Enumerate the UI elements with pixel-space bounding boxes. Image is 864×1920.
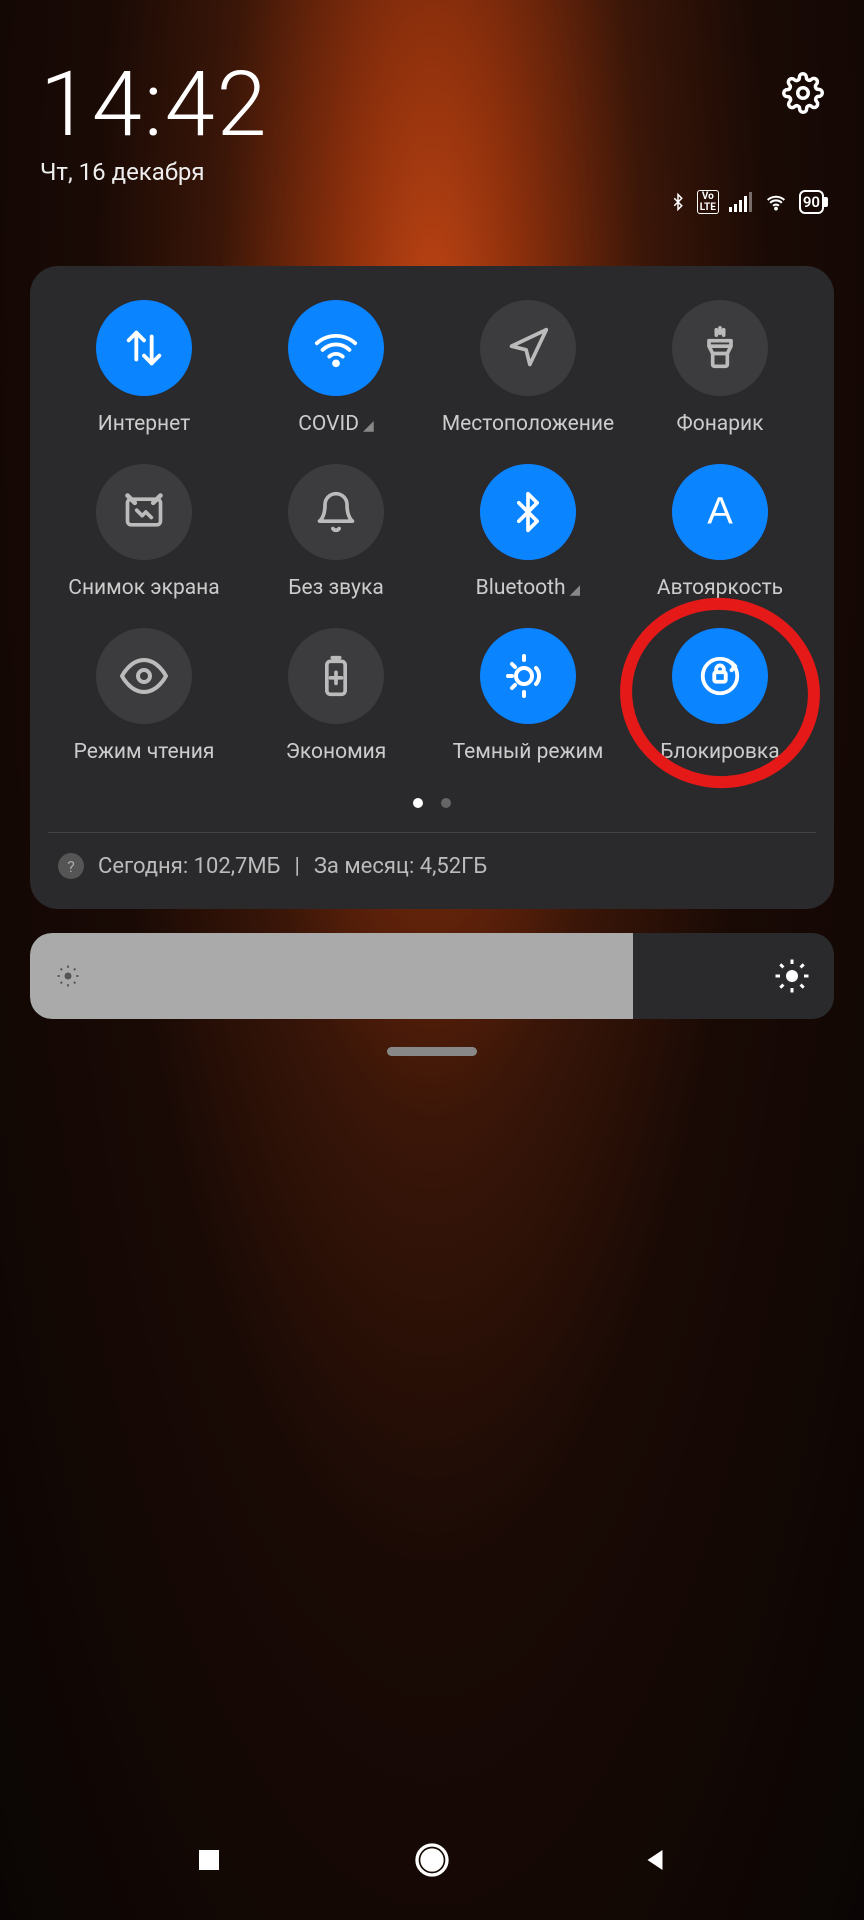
navigation-bar xyxy=(0,1800,864,1920)
qs-tile-label: Блокировка xyxy=(660,740,779,764)
flashlight-icon xyxy=(672,300,768,396)
volte-badge: Vo LTE xyxy=(697,190,719,214)
recents-button[interactable] xyxy=(194,1845,224,1875)
qs-tile-label: Режим чтения xyxy=(74,740,215,764)
letter-a-icon: A xyxy=(672,464,768,560)
dark-mode-icon xyxy=(480,628,576,724)
brightness-high-icon xyxy=(774,958,810,994)
page-indicator[interactable] xyxy=(48,798,816,808)
qs-tile-location[interactable]: Местоположение xyxy=(432,300,624,436)
qs-tile-letter-a[interactable]: A Автояркость xyxy=(624,464,816,600)
clock-time: 14:42 xyxy=(40,60,269,150)
qs-tile-label: Фонарик xyxy=(677,412,764,436)
svg-text:A: A xyxy=(707,490,733,533)
qs-tile-eye[interactable]: Режим чтения xyxy=(48,628,240,764)
brightness-slider[interactable] xyxy=(30,933,834,1019)
qs-tile-wifi[interactable]: COVID◢ xyxy=(240,300,432,436)
brightness-low-icon xyxy=(54,962,82,990)
data-usage-month: За месяц: 4,52ГБ xyxy=(314,854,487,879)
square-icon xyxy=(194,1845,224,1875)
qs-tile-flashlight[interactable]: Фонарик xyxy=(624,300,816,436)
status-bar: Vo LTE 90 xyxy=(669,190,824,214)
qs-tile-data-arrows[interactable]: Интернет xyxy=(48,300,240,436)
qs-tile-label: Снимок экрана xyxy=(68,576,219,600)
qs-tile-label: Автояркость xyxy=(657,576,783,600)
data-usage-row[interactable]: ? Сегодня: 102,7МБ | За месяц: 4,52ГБ xyxy=(48,833,816,887)
qs-tile-bell[interactable]: Без звука xyxy=(240,464,432,600)
expand-triangle-icon: ◢ xyxy=(363,418,374,434)
question-icon: ? xyxy=(58,853,84,879)
signal-icon xyxy=(729,192,753,212)
screenshot-icon xyxy=(96,464,192,560)
bell-icon xyxy=(288,464,384,560)
page-dot xyxy=(441,798,451,808)
qs-tile-label: Интернет xyxy=(98,412,191,436)
circle-icon xyxy=(412,1840,452,1880)
wifi-icon xyxy=(288,300,384,396)
drag-handle[interactable] xyxy=(387,1047,477,1056)
qs-tile-battery-plus[interactable]: Экономия xyxy=(240,628,432,764)
qs-tile-dark-mode[interactable]: Темный режим xyxy=(432,628,624,764)
bluetooth-status-icon xyxy=(669,191,687,213)
home-button[interactable] xyxy=(412,1840,452,1880)
qs-tile-label: Экономия xyxy=(286,740,387,764)
qs-tile-label: Темный режим xyxy=(453,740,604,764)
wifi-status-icon xyxy=(763,192,789,212)
qs-tile-rotation-lock[interactable]: Блокировка xyxy=(624,628,816,764)
bluetooth-icon xyxy=(480,464,576,560)
quick-settings-panel: Интернет COVID◢ Местоположение Фонарик Снимо… xyxy=(30,266,834,909)
data-arrows-icon xyxy=(96,300,192,396)
battery-plus-icon xyxy=(288,628,384,724)
qs-tile-label: COVID◢ xyxy=(298,412,374,436)
location-icon xyxy=(480,300,576,396)
expand-triangle-icon: ◢ xyxy=(570,582,581,598)
qs-tile-label: Местоположение xyxy=(442,412,614,436)
qs-tile-bluetooth[interactable]: Bluetooth◢ xyxy=(432,464,624,600)
page-dot xyxy=(413,798,423,808)
qs-tile-label: Без звука xyxy=(288,576,384,600)
rotation-lock-icon xyxy=(672,628,768,724)
battery-indicator: 90 xyxy=(799,190,824,214)
data-usage-today: Сегодня: 102,7МБ xyxy=(98,854,280,879)
settings-button[interactable] xyxy=(782,72,824,114)
gear-icon xyxy=(782,72,824,114)
triangle-back-icon xyxy=(640,1845,670,1875)
qs-tile-screenshot[interactable]: Снимок экрана xyxy=(48,464,240,600)
brightness-fill xyxy=(30,933,633,1019)
qs-tile-label: Bluetooth◢ xyxy=(476,576,581,600)
data-usage-separator: | xyxy=(294,854,299,879)
eye-icon xyxy=(96,628,192,724)
date-label: Чт, 16 декабря xyxy=(40,158,269,186)
back-button[interactable] xyxy=(640,1845,670,1875)
